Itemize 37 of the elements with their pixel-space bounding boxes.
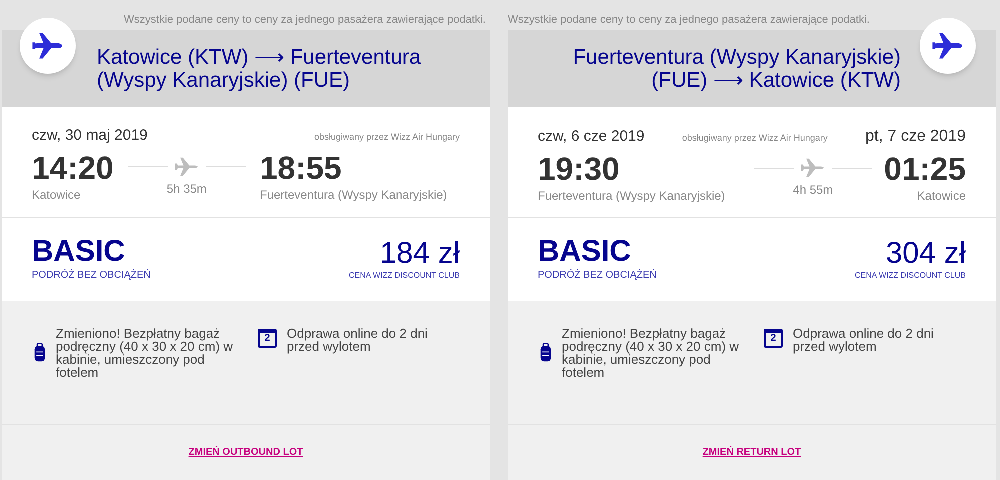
feature-text: Zmieniono! Bezpłatny bagaż podręczny (40 x 30 x 20 cm) w kabinie, umieszczony pod fotelem bbox=[56, 327, 234, 379]
route-title: Fuerteventura (Wyspy Kanaryjskie) (FUE) ⟶ Katowice (KTW) bbox=[572, 46, 901, 92]
backpack-icon bbox=[540, 343, 552, 363]
arrival-time: 18:55 bbox=[260, 150, 342, 186]
departure-time: 19:30 bbox=[538, 151, 621, 187]
price-text: 184 zł bbox=[380, 238, 460, 270]
arrival-city: Katowice bbox=[917, 188, 966, 205]
price-text: 304 zł bbox=[886, 238, 966, 270]
operator-text: obsługiwany przez Wizz Air Hungary bbox=[682, 132, 828, 145]
price-note: CENA WIZZ DISCOUNT CLUB bbox=[855, 270, 966, 282]
fare-subtitle: PODRÓŻ BEZ OBCIĄŻEŃ bbox=[32, 268, 151, 283]
flight-duration: 5h 35m bbox=[166, 180, 207, 198]
disclaimer-text: Wszystkie podane ceny to ceny za jednego pasażera zawierające podatki. bbox=[508, 13, 871, 28]
arrival-time: 01:25 bbox=[884, 151, 966, 187]
route-title: Katowice (KTW) ⟶ Fuerteventura (Wyspy Kanaryjskie) (FUE) bbox=[97, 46, 422, 92]
change-flight-link[interactable]: ZMIEŃ OUTBOUND LOT bbox=[188, 445, 304, 459]
disclaimer-text: Wszystkie podane ceny to ceny za jednego pasażera zawierające podatki. bbox=[123, 13, 487, 28]
feature-text: Odprawa online do 2 dni przed wylotem bbox=[793, 327, 935, 353]
fare-name: BASIC bbox=[32, 236, 126, 268]
departure-date: czw, 6 cze 2019 bbox=[538, 127, 645, 147]
feature-text: Zmieniono! Bezpłatny bagaż podręczny (40 x 30 x 20 cm) w kabinie, umieszczony pod fotelem bbox=[562, 327, 740, 379]
arrival-date: pt, 7 cze 2019 bbox=[865, 127, 966, 147]
feature-text: Odprawa online do 2 dni przed wylotem bbox=[287, 327, 429, 353]
fare-subtitle: PODRÓŻ BEZ OBCIĄŻEŃ bbox=[538, 268, 657, 283]
departure-city: Fuerteventura (Wyspy Kanaryjskie) bbox=[538, 188, 726, 205]
departure-time: 14:20 bbox=[32, 150, 114, 186]
calendar-icon: 2 bbox=[258, 329, 277, 348]
change-flight-link[interactable]: ZMIEŃ RETURN LOT bbox=[702, 445, 802, 459]
departure-city: Katowice bbox=[32, 186, 82, 204]
flight-duration: 4h 55m bbox=[793, 182, 834, 199]
arrival-city: Fuerteventura (Wyspy Kanaryjskie) bbox=[260, 186, 448, 204]
operator-text: obsługiwany przez Wizz Air Hungary bbox=[314, 131, 460, 144]
price-note: CENA WIZZ DISCOUNT CLUB bbox=[349, 270, 460, 282]
backpack-icon bbox=[34, 343, 46, 363]
calendar-icon: 2 bbox=[764, 329, 783, 348]
departure-date: czw, 30 maj 2019 bbox=[32, 126, 148, 146]
fare-name: BASIC bbox=[538, 236, 632, 268]
